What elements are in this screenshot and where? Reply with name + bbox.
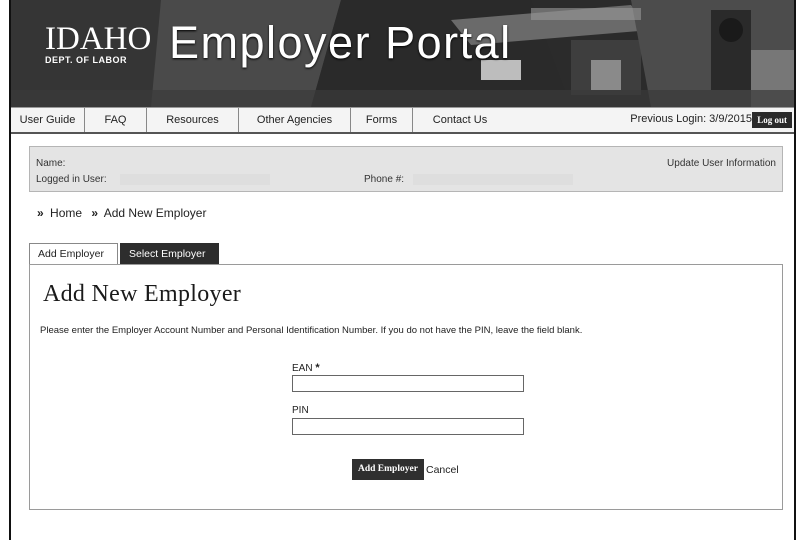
logo-text: IDAHO [45,21,152,57]
add-employer-button[interactable]: Add Employer [352,459,424,480]
tab-add-employer[interactable]: Add Employer [29,243,118,265]
nav-item-other-agencies[interactable]: Other Agencies [239,108,351,132]
breadcrumb-current: Add New Employer [103,206,207,220]
breadcrumb: » Home » Add New Employer [37,206,206,220]
instructions-text: Please enter the Employer Account Number… [40,325,583,336]
add-employer-panel: Add New Employer Please enter the Employ… [29,264,783,510]
required-marker: * [315,362,320,374]
top-nav: User Guide FAQ Resources Other Agencies … [11,107,794,134]
breadcrumb-home[interactable]: Home [50,206,82,220]
redacted-phone-value [413,174,573,185]
logout-button[interactable]: Log out [752,112,792,128]
ean-label: EAN * [292,362,320,374]
nav-item-user-guide[interactable]: User Guide [11,108,85,132]
idaho-dol-logo[interactable]: IDAHO DEPT. OF LABOR [45,21,152,66]
breadcrumb-separator: » [91,206,99,220]
nav-item-forms[interactable]: Forms [351,108,413,132]
ean-input[interactable] [292,375,524,392]
redacted-user-value [120,174,270,185]
update-user-info-link[interactable]: Update User Information [667,158,776,169]
pin-label: PIN [292,405,309,416]
tab-select-employer[interactable]: Select Employer [120,243,219,265]
header-banner: IDAHO DEPT. OF LABOR Employer Portal [11,0,794,107]
portal-title: Employer Portal [169,17,512,68]
user-info-box: Name: Logged in User: Phone #: Update Us… [29,146,783,192]
name-label: Name: [36,158,66,169]
logged-in-user-label: Logged in User: [36,174,107,185]
cancel-link[interactable]: Cancel [426,464,459,476]
ean-label-text: EAN [292,363,313,374]
phone-label: Phone #: [364,174,405,185]
nav-item-resources[interactable]: Resources [147,108,239,132]
breadcrumb-separator: » [37,206,44,220]
previous-login: Previous Login: 3/9/2015 [630,113,752,125]
page-title: Add New Employer [43,281,242,307]
pin-input[interactable] [292,418,524,435]
app-window: IDAHO DEPT. OF LABOR Employer Portal Use… [9,0,796,540]
nav-item-contact-us[interactable]: Contact Us [413,108,507,132]
nav-item-faq[interactable]: FAQ [85,108,147,132]
